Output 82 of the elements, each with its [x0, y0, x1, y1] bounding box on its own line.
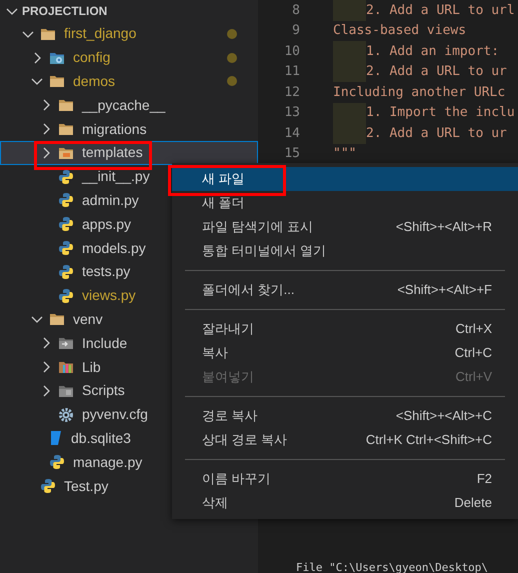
code-line: 1. Import the inclu — [366, 104, 515, 122]
shortcut-label: <Shift>+<Alt>+C — [396, 407, 492, 426]
menu-item[interactable]: 복사 Ctrl+C — [172, 341, 518, 365]
file-name: __pycache__ — [82, 96, 166, 115]
line-number: 12 — [283, 84, 301, 102]
file-name: admin.py — [82, 190, 139, 210]
gear-icon — [58, 406, 74, 423]
code-line: Class-based views — [333, 22, 466, 40]
tree-item[interactable]: config — [0, 46, 258, 70]
file-name: pyvenv.cfg — [82, 405, 148, 424]
file-name: Include — [82, 334, 128, 353]
file-name: Test.py — [64, 476, 108, 496]
python-icon — [58, 216, 74, 232]
file-name: migrations — [82, 120, 147, 139]
database-icon — [49, 430, 63, 446]
file-name: config — [73, 48, 110, 68]
line-number: 14 — [283, 124, 301, 142]
menu-item[interactable]: 경로 복사 <Shift>+<Alt>+C — [172, 404, 518, 428]
file-name: first_django — [64, 24, 136, 44]
code-line: """ — [333, 145, 356, 163]
menu-item[interactable]: 상대 경로 복사 Ctrl+K Ctrl+<Shift>+C — [172, 428, 518, 452]
file-name: __init__.py — [82, 167, 150, 186]
books-folder-icon — [58, 360, 74, 374]
explorer-title[interactable]: PROJECTLION — [22, 2, 108, 20]
folder-icon — [58, 336, 74, 350]
code-line: 2. Add a URL to url — [366, 2, 515, 20]
python-icon — [58, 288, 74, 304]
tree-item[interactable]: migrations — [0, 117, 258, 141]
code-line: 1. Add an import: — [366, 42, 500, 60]
file-name: Lib — [82, 358, 101, 377]
code-line: 2. Add a URL to ur — [366, 63, 507, 81]
shortcut-label: <Shift>+<Alt>+R — [396, 218, 492, 236]
file-name: db.sqlite3 — [71, 428, 131, 448]
python-icon — [49, 454, 65, 470]
menu-item[interactable]: 새 폴더 — [172, 191, 518, 215]
file-name: Scripts — [82, 381, 125, 400]
line-number: 11 — [283, 63, 301, 81]
python-icon — [58, 168, 74, 185]
tree-item[interactable]: __pycache__ — [0, 93, 258, 118]
line-number: 13 — [283, 104, 301, 122]
file-name: templates — [82, 143, 143, 162]
shortcut-label: F2 — [476, 470, 492, 488]
folder-icon — [58, 146, 74, 160]
shortcut-label: Ctrl+X — [456, 320, 492, 338]
code-line: Including another URLc — [333, 84, 506, 102]
menu-item[interactable]: 새 파일 — [172, 167, 518, 191]
file-name: manage.py — [73, 452, 142, 472]
shortcut-label: Ctrl+K Ctrl+<Shift>+C — [366, 431, 492, 450]
file-name: demos — [73, 72, 116, 91]
python-icon — [40, 478, 56, 494]
menu-item[interactable]: 파일 탐색기에 표시 <Shift>+<Alt>+R — [172, 215, 518, 239]
python-icon — [58, 264, 74, 280]
shortcut-label: Ctrl+V — [456, 368, 492, 386]
folder-icon — [58, 122, 74, 136]
menu-item[interactable]: 삭제 Delete — [172, 491, 518, 515]
menu-item[interactable]: 잘라내기 Ctrl+X — [172, 317, 518, 341]
shortcut-label: Ctrl+C — [454, 344, 492, 362]
tree-item[interactable]: first_django — [0, 22, 258, 46]
file-name: tests.py — [82, 262, 130, 282]
folder-icon — [49, 74, 65, 88]
folder-icon — [40, 26, 56, 41]
menu-item[interactable]: 이름 바꾸기 F2 — [172, 467, 518, 491]
tree-item[interactable]: demos — [0, 70, 258, 94]
tree-item[interactable]: templates — [0, 140, 258, 165]
shortcut-label: <Shift>+<Alt>+F — [397, 281, 492, 300]
folder-icon — [49, 312, 65, 326]
shortcut-label: Delete — [454, 494, 492, 512]
python-icon — [58, 192, 74, 208]
code-line: File "C:\Users\gyeon\Desktop\ — [296, 562, 488, 573]
line-number: 15 — [283, 145, 301, 163]
line-number: 8 — [291, 2, 301, 20]
line-number: 9 — [291, 22, 301, 40]
gear-folder-icon — [49, 50, 65, 65]
line-number: 10 — [283, 42, 301, 60]
folder-icon — [58, 384, 74, 398]
file-name: models.py — [82, 238, 146, 258]
python-icon — [58, 240, 74, 256]
file-name: apps.py — [82, 214, 132, 234]
file-name: views.py — [82, 286, 136, 306]
file-name: venv — [73, 310, 103, 329]
code-line: 2. Add a URL to ur — [366, 124, 507, 142]
folder-icon — [58, 98, 74, 112]
